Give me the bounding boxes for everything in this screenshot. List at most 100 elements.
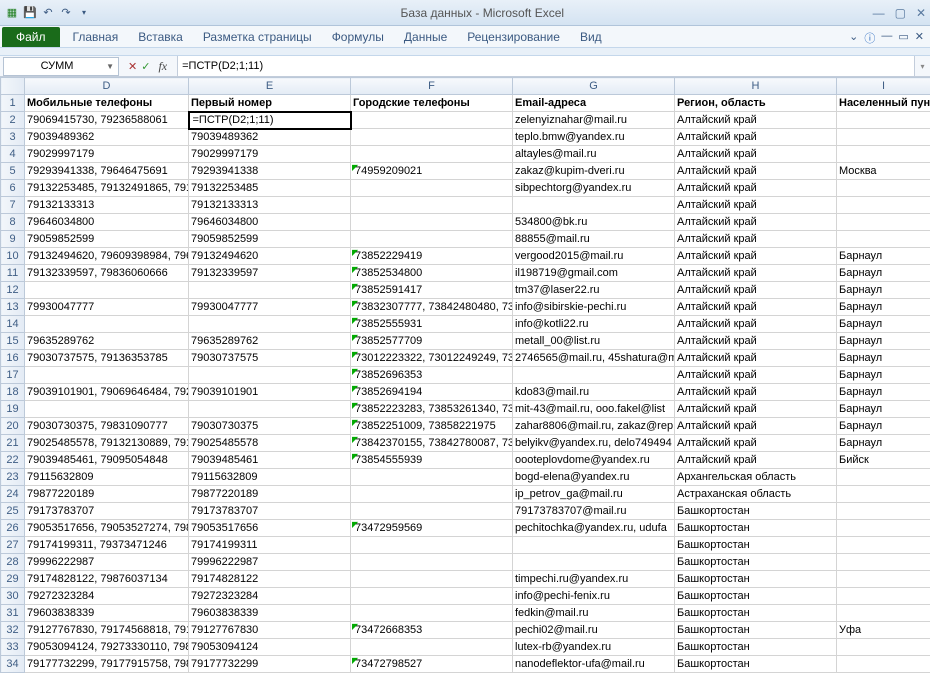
cell[interactable]: ◤73854555939 bbox=[351, 452, 513, 469]
row-header[interactable]: 2 bbox=[1, 112, 25, 129]
cell[interactable]: ◤73852223283, 73853261340, 7385 bbox=[351, 401, 513, 418]
cell[interactable] bbox=[351, 231, 513, 248]
cell[interactable] bbox=[837, 146, 930, 163]
cell[interactable] bbox=[513, 554, 675, 571]
qat-dropdown-icon[interactable]: ▾ bbox=[76, 5, 92, 21]
cell[interactable]: Алтайский край bbox=[675, 163, 837, 180]
cell[interactable]: teplo.bmw@yandex.ru bbox=[513, 129, 675, 146]
tab-data[interactable]: Данные bbox=[394, 27, 457, 47]
cell[interactable] bbox=[25, 282, 189, 299]
cell[interactable]: altayles@mail.ru bbox=[513, 146, 675, 163]
cell[interactable] bbox=[351, 639, 513, 656]
cell[interactable] bbox=[837, 214, 930, 231]
cell[interactable]: 79039485461 bbox=[189, 452, 351, 469]
cell[interactable]: Алтайский край bbox=[675, 214, 837, 231]
cell[interactable] bbox=[351, 146, 513, 163]
row-header[interactable]: 11 bbox=[1, 265, 25, 282]
cell[interactable]: 79132339597, 79836060666 bbox=[25, 265, 189, 282]
formula-input[interactable]: =ПСТР(D2;1;11) bbox=[177, 56, 914, 76]
tab-review[interactable]: Рецензирование bbox=[457, 27, 570, 47]
cell[interactable] bbox=[837, 571, 930, 588]
cell[interactable]: Москва bbox=[837, 163, 930, 180]
cell[interactable] bbox=[351, 129, 513, 146]
cell[interactable] bbox=[351, 571, 513, 588]
cell[interactable]: kdo83@mail.ru bbox=[513, 384, 675, 401]
row-header[interactable]: 16 bbox=[1, 350, 25, 367]
cell[interactable]: mit-43@mail.ru, ooo.fakel@list bbox=[513, 401, 675, 418]
cell[interactable]: 79173783707 bbox=[25, 503, 189, 520]
cell[interactable]: sibpechtorg@yandex.ru bbox=[513, 180, 675, 197]
cell[interactable]: 79646034800 bbox=[189, 214, 351, 231]
cell[interactable] bbox=[25, 367, 189, 384]
cell[interactable] bbox=[837, 469, 930, 486]
cell[interactable] bbox=[351, 214, 513, 231]
cell[interactable]: 79174828122, 79876037134 bbox=[25, 571, 189, 588]
cell[interactable] bbox=[837, 605, 930, 622]
row-header[interactable]: 6 bbox=[1, 180, 25, 197]
name-box[interactable]: СУММ ▼ bbox=[3, 57, 119, 76]
row-header[interactable]: 26 bbox=[1, 520, 25, 537]
cell[interactable]: Барнаул bbox=[837, 350, 930, 367]
cell[interactable]: 79272323284 bbox=[25, 588, 189, 605]
cell[interactable]: fedkin@mail.ru bbox=[513, 605, 675, 622]
row-header[interactable]: 4 bbox=[1, 146, 25, 163]
cell[interactable]: ◤73472798527 bbox=[351, 656, 513, 673]
cell[interactable]: 79029997179 bbox=[25, 146, 189, 163]
cell[interactable]: ◤73852694194 bbox=[351, 384, 513, 401]
cell[interactable]: 79030737575, 79136353785 bbox=[25, 350, 189, 367]
cell[interactable]: 79173783707 bbox=[189, 503, 351, 520]
cell[interactable]: ◤73852577709 bbox=[351, 333, 513, 350]
cell[interactable]: info@kotli22.ru bbox=[513, 316, 675, 333]
cell[interactable]: Барнаул bbox=[837, 418, 930, 435]
cell[interactable] bbox=[837, 537, 930, 554]
tab-formulas[interactable]: Формулы bbox=[322, 27, 394, 47]
cell[interactable]: 79132253485, 79132491865, 7913 bbox=[25, 180, 189, 197]
save-icon[interactable]: 💾 bbox=[22, 5, 38, 21]
row-header[interactable]: 23 bbox=[1, 469, 25, 486]
cell[interactable]: 2746565@mail.ru, 45shatura@m bbox=[513, 350, 675, 367]
cell[interactable] bbox=[189, 367, 351, 384]
mdi-minimize-icon[interactable]: — bbox=[881, 30, 892, 46]
cell[interactable]: Уфа bbox=[837, 622, 930, 639]
cell[interactable]: Барнаул bbox=[837, 248, 930, 265]
row-header[interactable]: 9 bbox=[1, 231, 25, 248]
cell[interactable]: Башкортостан bbox=[675, 571, 837, 588]
cell[interactable]: Барнаул bbox=[837, 367, 930, 384]
cell[interactable]: Алтайский край bbox=[675, 197, 837, 214]
cell[interactable]: Башкортостан bbox=[675, 605, 837, 622]
cell[interactable]: 79132494620, 79609398984, 7963 bbox=[25, 248, 189, 265]
cell[interactable] bbox=[837, 112, 930, 129]
cell[interactable]: 79053094124 bbox=[189, 639, 351, 656]
cell[interactable]: 79115632809 bbox=[189, 469, 351, 486]
cell[interactable]: Башкортостан bbox=[675, 622, 837, 639]
formula-expand-icon[interactable]: ▾ bbox=[914, 56, 930, 76]
help-icon[interactable]: ⓘ bbox=[864, 30, 875, 46]
cell[interactable]: nanodeflektor-ufa@mail.ru bbox=[513, 656, 675, 673]
cell[interactable]: Первый номер bbox=[189, 95, 351, 112]
cell[interactable]: 79053517656 bbox=[189, 520, 351, 537]
row-header[interactable]: 20 bbox=[1, 418, 25, 435]
cell[interactable]: 79930047777 bbox=[25, 299, 189, 316]
cell[interactable]: Барнаул bbox=[837, 282, 930, 299]
minimize-icon[interactable]: — bbox=[873, 6, 885, 20]
cell[interactable]: Барнаул bbox=[837, 435, 930, 452]
cell[interactable]: 79039485461, 79095054848 bbox=[25, 452, 189, 469]
cell[interactable] bbox=[837, 197, 930, 214]
cell[interactable]: ◤73842370155, 73842780087, 7385 bbox=[351, 435, 513, 452]
cell[interactable]: Башкортостан bbox=[675, 520, 837, 537]
cell[interactable] bbox=[351, 197, 513, 214]
row-header[interactable]: 14 bbox=[1, 316, 25, 333]
cell[interactable]: 79293941338, 79646475691 bbox=[25, 163, 189, 180]
cell[interactable]: Барнаул bbox=[837, 333, 930, 350]
cell[interactable]: ◤73852534800 bbox=[351, 265, 513, 282]
cell[interactable]: Мобильные телефоны bbox=[25, 95, 189, 112]
cell[interactable]: bogd-elena@yandex.ru bbox=[513, 469, 675, 486]
cell[interactable]: Алтайский край bbox=[675, 452, 837, 469]
cell[interactable]: 79053517656, 79053527274, 7987 bbox=[25, 520, 189, 537]
row-header[interactable]: 32 bbox=[1, 622, 25, 639]
row-header[interactable]: 33 bbox=[1, 639, 25, 656]
cell[interactable]: Городские телефоны bbox=[351, 95, 513, 112]
cell[interactable] bbox=[837, 520, 930, 537]
cell[interactable]: Астраханская область bbox=[675, 486, 837, 503]
cell[interactable]: 79030730375 bbox=[189, 418, 351, 435]
